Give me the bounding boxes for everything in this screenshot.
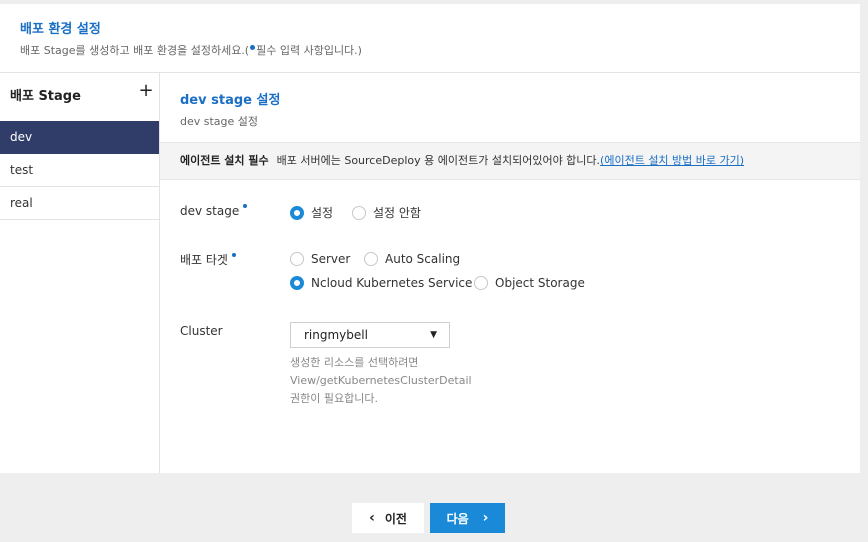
help-line: 권한이 필요합니다. [290,392,378,405]
cluster-select[interactable]: ringmybell ▼ [290,322,450,348]
radio-unchecked-icon [352,205,366,220]
radio-label: Auto Scaling [385,252,461,266]
radio-checked-icon [290,276,304,290]
page-description: 배포 Stage를 생성하고 배포 환경을 설정하세요.( 필수 입력 사항입니다… [20,42,362,58]
help-line: View/getKubernetesClusterDetail [290,374,472,387]
sidebar-item-dev[interactable]: dev [0,121,159,154]
sidebar-title: 배포 Stage [10,89,81,104]
agent-notice-label: 에이전트 설치 필수 [180,154,269,167]
stage-subtitle: dev stage 설정 [180,115,259,128]
radio-unchecked-icon [474,276,488,290]
target-autoscaling-radio[interactable]: Auto Scaling [364,252,460,266]
radio-label: Ncloud Kubernetes Service [311,276,473,290]
radio-unchecked-icon [290,252,304,266]
required-dot-icon [250,45,256,50]
stage-settings: dev stage 설정 dev stage 설정 에이전트 설치 필수 배포 서… [160,73,860,473]
chevron-left-icon: ‹ [369,510,375,526]
target-nks-radio[interactable]: Ncloud Kubernetes Service [290,276,472,290]
agent-install-link[interactable]: (에이전트 설치 방법 바로 가기) [600,154,744,167]
next-button-label: 다음 [446,511,469,526]
radio-checked-icon [290,205,304,220]
radio-label: 설정 [311,206,334,220]
prev-button[interactable]: ‹ 이전 [352,503,424,533]
prev-button-label: 이전 [384,511,407,526]
cluster-label: Cluster [180,324,223,338]
target-server-radio[interactable]: Server [290,252,350,266]
settings-panel: 배포 Stage + dev test real dev stage 설정 de… [0,72,860,473]
required-dot-icon [243,204,248,208]
radio-label: 설정 안함 [373,206,421,220]
target-object-storage-radio[interactable]: Object Storage [474,276,585,290]
desc-before: 배포 Stage를 생성하고 배포 환경을 설정하세요.( [20,44,250,57]
sidebar-header: 배포 Stage + [0,73,159,121]
page-title: 배포 환경 설정 [20,22,101,37]
chevron-down-icon: ▼ [430,330,437,340]
required-dot-icon [231,253,236,257]
cluster-select-value: ringmybell [304,328,368,342]
desc-after: 필수 입력 사항입니다.) [256,44,362,57]
cluster-help-text: 생성한 리소스를 선택하려면 View/getKubernetesCluster… [290,354,510,408]
page-header: 배포 환경 설정 배포 Stage를 생성하고 배포 환경을 설정하세요.( 필수… [0,4,860,72]
chevron-right-icon: › [482,510,489,526]
sidebar-item-real[interactable]: real [0,187,159,220]
stage-sidebar: 배포 Stage + dev test real [0,73,160,473]
deploy-target-label-text: 배포 타겟 [180,253,228,267]
radio-label: Server [311,252,351,266]
stage-off-radio[interactable]: 설정 안함 [352,204,421,221]
stage-on-radio[interactable]: 설정 [290,204,333,221]
next-button[interactable]: 다음 › [430,503,505,533]
agent-notice: 에이전트 설치 필수 배포 서버에는 SourceDeploy 용 에이전트가 설… [160,142,860,180]
add-stage-button[interactable]: + [137,81,155,101]
stage-list: dev test real [0,121,159,220]
sidebar-item-test[interactable]: test [0,154,159,187]
radio-label: Object Storage [495,276,585,290]
help-line: 생성한 리소스를 선택하려면 [290,356,419,369]
stage-title: dev stage 설정 [180,93,281,108]
deploy-target-label: 배포 타겟 [180,251,236,268]
dev-stage-label-text: dev stage [180,204,240,218]
dev-stage-label: dev stage [180,204,248,218]
radio-unchecked-icon [364,252,378,266]
agent-notice-text: 배포 서버에는 SourceDeploy 용 에이전트가 설치되어있어야 합니다… [276,154,601,167]
